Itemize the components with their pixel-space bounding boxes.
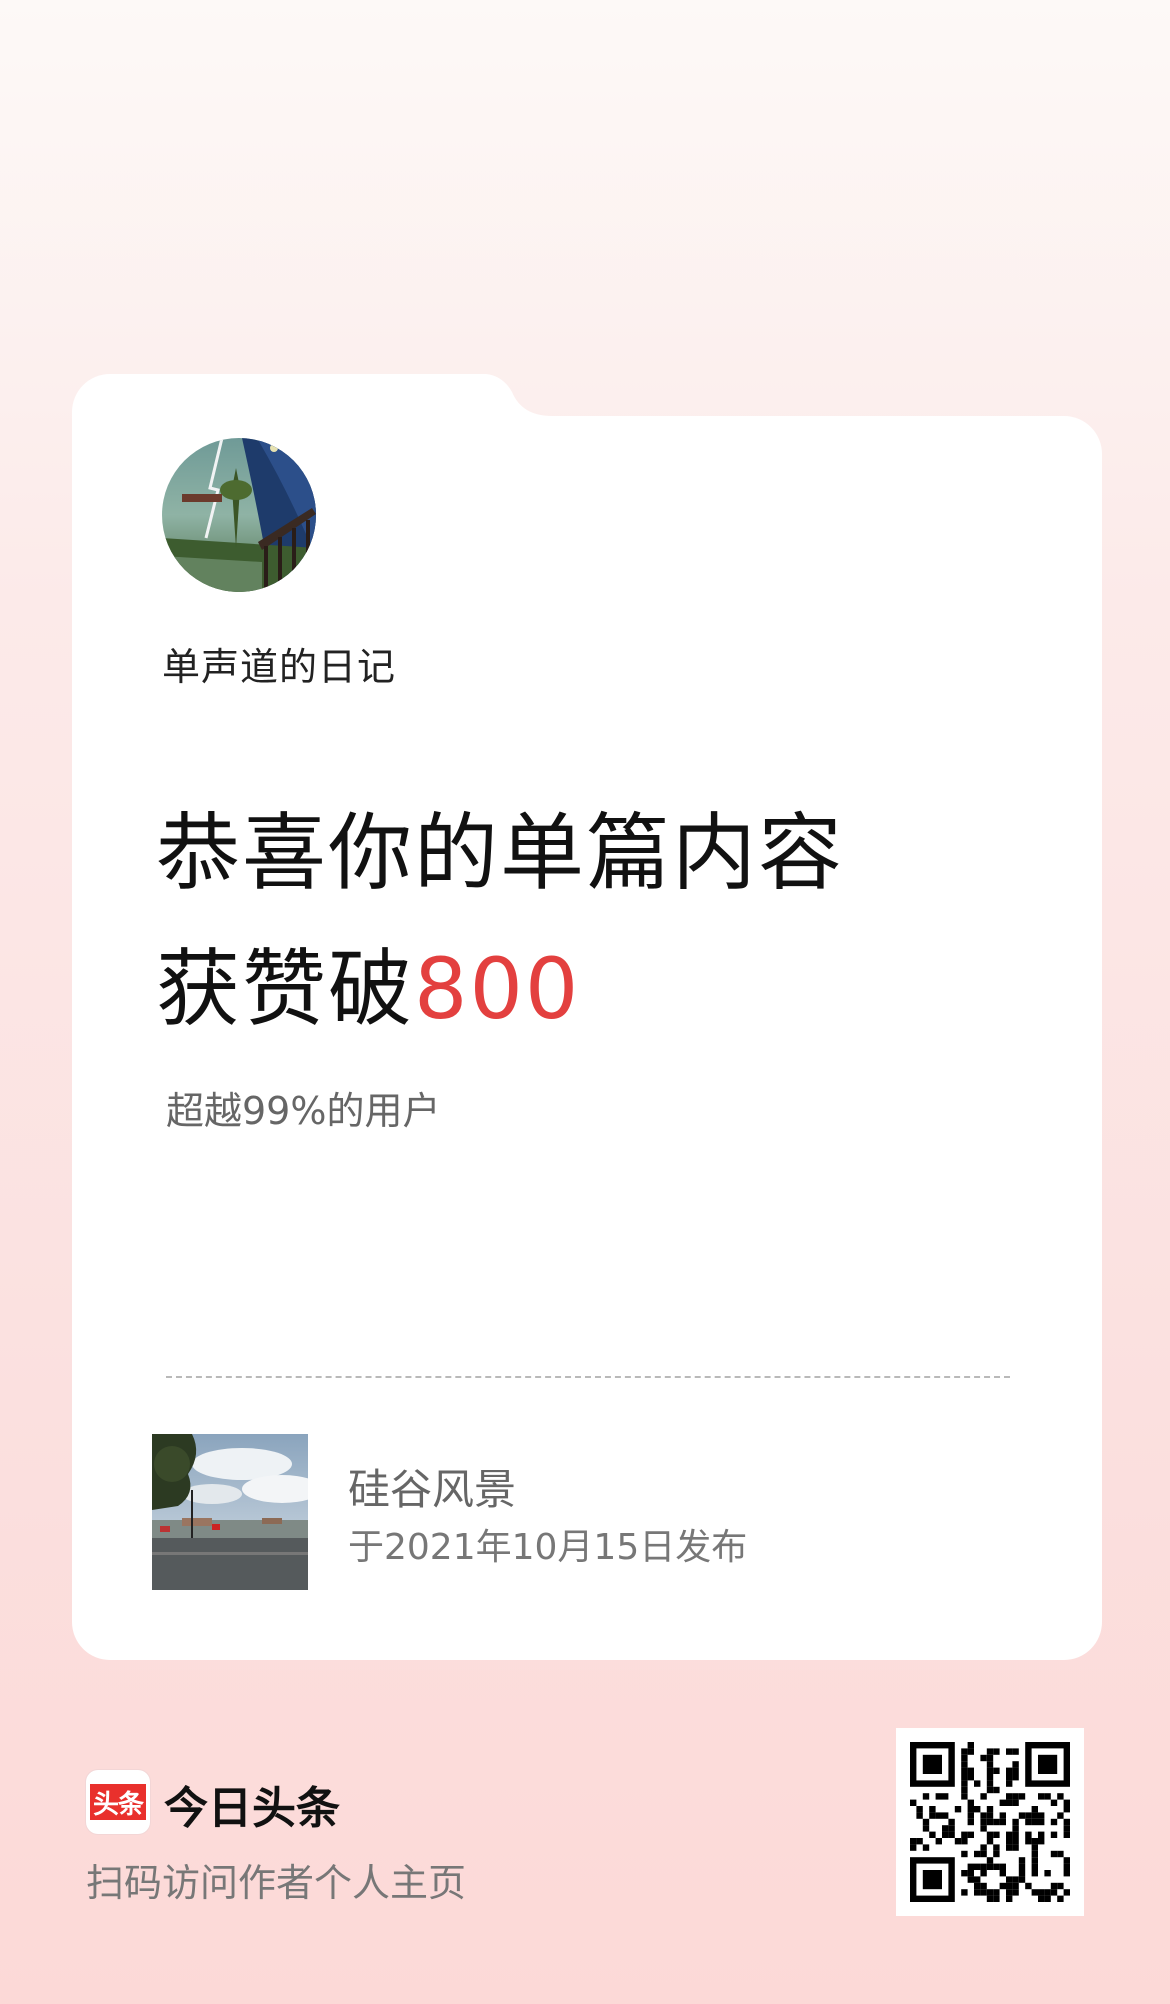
logo-text: 头条 [90, 1784, 146, 1820]
achievement-headline: 恭喜你的单篇内容 获赞破800 [156, 785, 844, 1057]
author-name[interactable]: 单声道的日记 [162, 636, 396, 691]
headline-line-2: 获赞破800 [156, 921, 844, 1057]
publish-date: 于2021年10月15日发布 [348, 1527, 748, 1568]
headline-line-1: 恭喜你的单篇内容 [156, 804, 845, 902]
dashed-divider [166, 1376, 1010, 1378]
qr-code[interactable] [896, 1728, 1084, 1916]
article-thumbnail[interactable] [152, 1434, 308, 1590]
author-avatar[interactable] [162, 438, 316, 592]
percentile-text: 超越99%的用户 [166, 1089, 441, 1133]
scan-hint: 扫码访问作者个人主页 [86, 1861, 467, 1905]
article-title[interactable]: 硅谷风景 [348, 1456, 516, 1517]
like-count: 800 [414, 940, 581, 1038]
brand-name: 今日头条 [164, 1783, 340, 1834]
headline-prefix: 获赞破 [156, 940, 415, 1038]
toutiao-logo-icon: 头条 [86, 1770, 150, 1834]
